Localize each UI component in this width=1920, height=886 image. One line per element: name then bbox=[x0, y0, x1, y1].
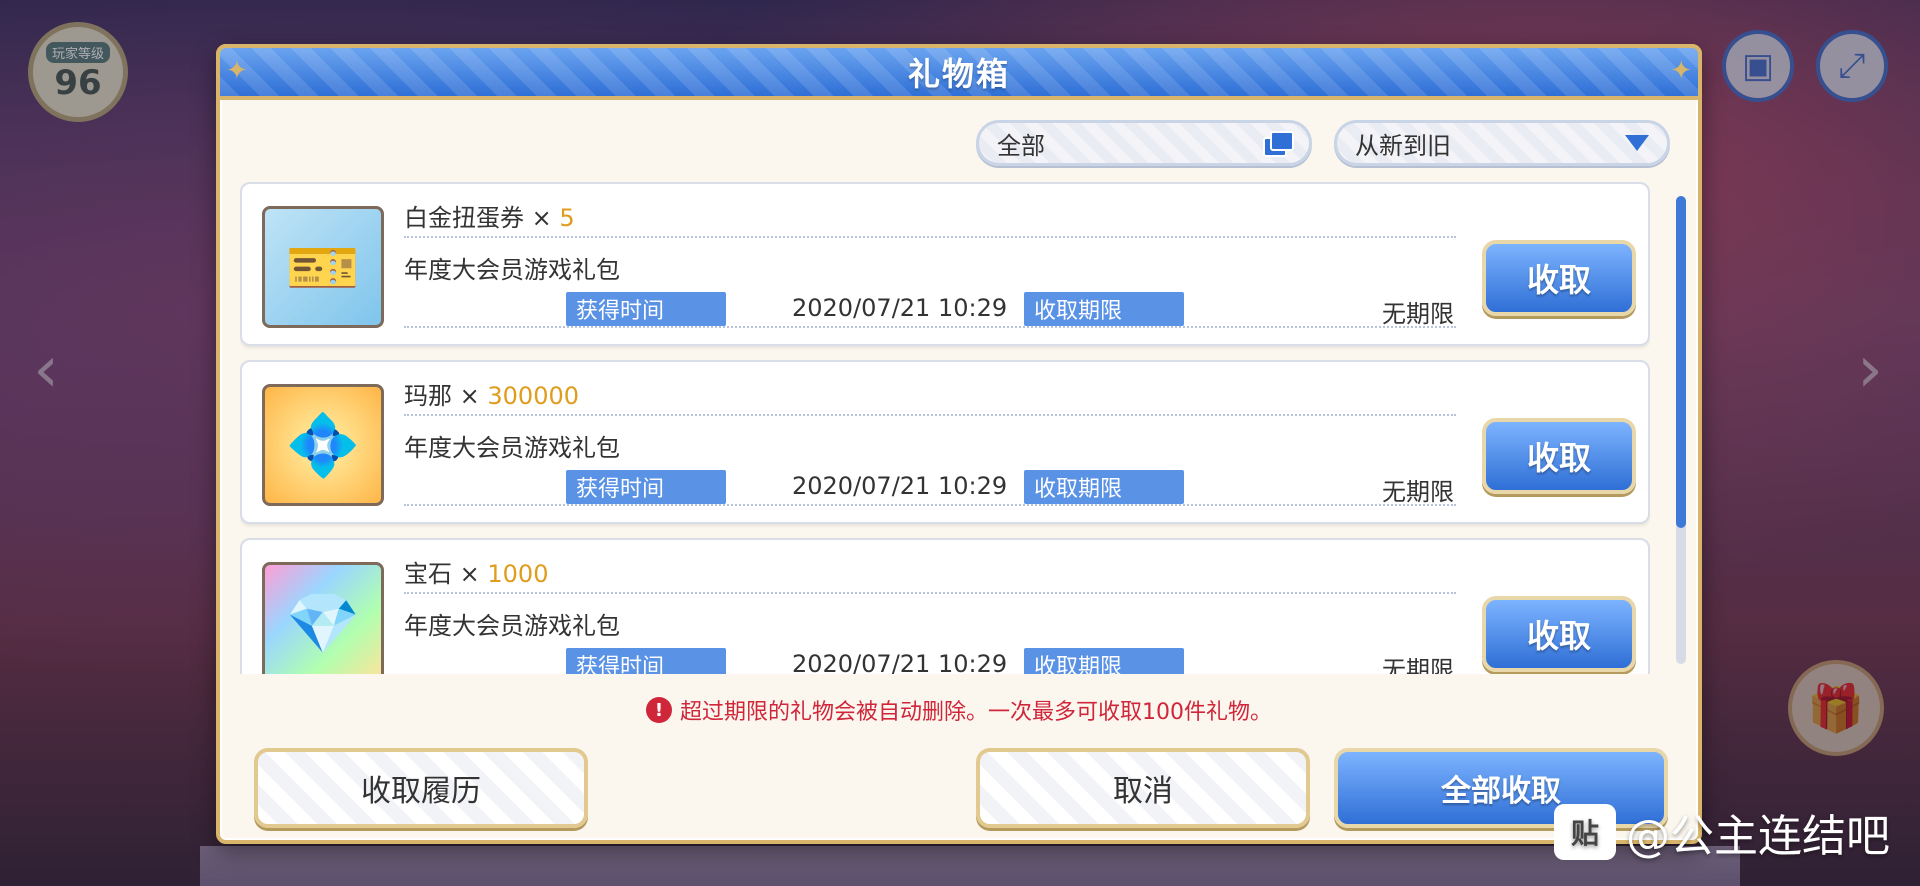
divider bbox=[404, 504, 1456, 506]
scrollbar-thumb[interactable] bbox=[1676, 196, 1686, 528]
tieba-logo-icon: 贴 bbox=[1554, 804, 1616, 860]
gift-item-name: 白金扭蛋券 × 5 bbox=[404, 198, 575, 233]
divider bbox=[404, 326, 1456, 328]
gift-quantity: 300000 bbox=[487, 382, 580, 410]
claim-history-button[interactable]: 收取履历 bbox=[254, 748, 588, 828]
gift-list[interactable]: 🎫 白金扭蛋券 × 5 年度大会员游戏礼包 获得时间 2020/07/21 10… bbox=[240, 182, 1650, 674]
sort-dropdown-value: 从新到旧 bbox=[1355, 131, 1451, 160]
claim-limit-value: 无期限 bbox=[1382, 478, 1454, 506]
expiry-warning: ! 超过期限的礼物会被自动删除。一次最多可收取100件礼物。 bbox=[220, 694, 1698, 726]
divider bbox=[404, 414, 1456, 416]
gift-times-sign: × bbox=[459, 382, 480, 410]
gift-row: 💠 玛那 × 300000 年度大会员游戏礼包 获得时间 2020/07/21 … bbox=[240, 360, 1650, 524]
gem-icon: 💎 bbox=[262, 562, 384, 674]
sort-dropdown[interactable]: 从新到旧 bbox=[1334, 120, 1670, 166]
gift-name-text: 宝石 bbox=[404, 560, 452, 588]
watermark-text: @公主连结吧 bbox=[1626, 811, 1890, 862]
claim-limit-value: 无期限 bbox=[1382, 656, 1454, 674]
gift-item-name: 玛那 × 300000 bbox=[404, 376, 579, 411]
watermark: 贴 @公主连结吧 bbox=[1554, 800, 1890, 864]
claim-limit-tag: 收取期限 bbox=[1024, 292, 1184, 326]
divider bbox=[404, 592, 1456, 594]
filter-options-icon bbox=[1263, 131, 1294, 157]
gift-name-text: 白金扭蛋券 bbox=[404, 204, 524, 232]
obtained-time-value: 2020/07/21 10:29 bbox=[792, 294, 1008, 322]
gift-quantity: 1000 bbox=[487, 560, 549, 588]
gift-source: 年度大会员游戏礼包 bbox=[404, 612, 620, 640]
claim-limit-tag: 收取期限 bbox=[1024, 648, 1184, 674]
obtained-time-tag: 获得时间 bbox=[566, 648, 726, 674]
cancel-button[interactable]: 取消 bbox=[976, 748, 1310, 828]
corner-ornament-icon: ✦ bbox=[1670, 56, 1692, 86]
obtained-time-tag: 获得时间 bbox=[566, 470, 726, 504]
dialog-title: 礼物箱 bbox=[907, 55, 1010, 93]
claim-limit-value: 无期限 bbox=[1382, 300, 1454, 328]
mana-icon: 💠 bbox=[262, 384, 384, 506]
gift-name-text: 玛那 bbox=[404, 382, 452, 410]
corner-ornament-icon: ✦ bbox=[226, 56, 248, 86]
gift-source: 年度大会员游戏礼包 bbox=[404, 256, 620, 284]
dialog-header: ✦ 礼物箱 ✦ bbox=[216, 44, 1702, 100]
warning-icon: ! bbox=[646, 697, 672, 723]
gift-row: 💎 宝石 × 1000 年度大会员游戏礼包 获得时间 2020/07/21 10… bbox=[240, 538, 1650, 674]
gift-item-name: 宝石 × 1000 bbox=[404, 554, 548, 589]
claim-limit-tag: 收取期限 bbox=[1024, 470, 1184, 504]
chevron-down-icon bbox=[1625, 135, 1649, 151]
filter-dropdown[interactable]: 全部 bbox=[976, 120, 1312, 166]
gift-times-sign: × bbox=[531, 204, 552, 232]
obtained-time-tag: 获得时间 bbox=[566, 292, 726, 326]
obtained-time-value: 2020/07/21 10:29 bbox=[792, 650, 1008, 674]
list-scrollbar[interactable] bbox=[1676, 196, 1686, 664]
gift-row: 🎫 白金扭蛋券 × 5 年度大会员游戏礼包 获得时间 2020/07/21 10… bbox=[240, 182, 1650, 346]
divider bbox=[404, 236, 1456, 238]
gift-times-sign: × bbox=[459, 560, 480, 588]
warning-text: 超过期限的礼物会被自动删除。一次最多可收取100件礼物。 bbox=[680, 700, 1272, 725]
claim-button[interactable]: 收取 bbox=[1482, 240, 1636, 316]
claim-button[interactable]: 收取 bbox=[1482, 596, 1636, 672]
claim-button[interactable]: 收取 bbox=[1482, 418, 1636, 494]
gift-box-dialog: ✦ 礼物箱 ✦ 全部 从新到旧 🎫 白金扭蛋券 × 5 年度大会员游戏礼包 获得… bbox=[216, 44, 1702, 844]
gift-source: 年度大会员游戏礼包 bbox=[404, 434, 620, 462]
filter-dropdown-value: 全部 bbox=[997, 131, 1045, 160]
obtained-time-value: 2020/07/21 10:29 bbox=[792, 472, 1008, 500]
gacha-ticket-icon: 🎫 bbox=[262, 206, 384, 328]
gift-quantity: 5 bbox=[559, 204, 575, 232]
